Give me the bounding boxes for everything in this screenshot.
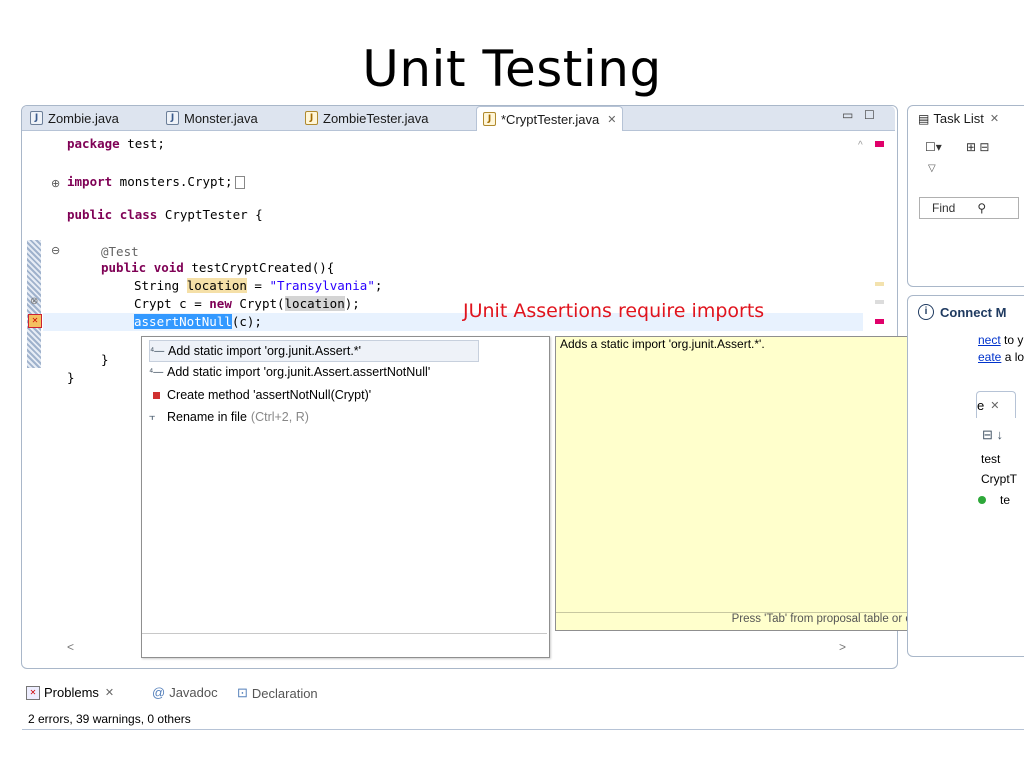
collapsed-import-icon[interactable] [234, 176, 245, 189]
code-line-string: String location = "Transylvania"; [134, 278, 383, 293]
collapse-all-icon[interactable]: ⊟ ↓ [982, 427, 1003, 443]
outline-item[interactable]: CryptT [981, 472, 1017, 486]
fold-expand-icon[interactable]: ⊕ [51, 177, 60, 190]
connect-line-2: eate a lo [978, 350, 1024, 364]
scroll-left-icon[interactable]: < [67, 640, 74, 654]
connect-line-1: nect to y [978, 333, 1024, 347]
close-icon[interactable]: ✕ [990, 112, 999, 125]
tab-task-list[interactable]: ▤ Task List ✕ [918, 111, 999, 126]
minimize-icon[interactable]: ▭ [842, 108, 853, 122]
error-overview-marker[interactable] [875, 319, 884, 324]
code-line-method: public void testCryptCreated(){ [101, 260, 335, 275]
task-list-panel [907, 105, 1024, 287]
view-menu-icon[interactable]: ▽ [928, 163, 936, 174]
proposal-list-divider [142, 633, 547, 634]
scroll-right-icon[interactable]: > [839, 640, 846, 654]
connect-link[interactable]: nect [978, 333, 1001, 347]
tab-javadoc[interactable]: @ Javadoc [152, 685, 218, 700]
occurrence-marker [875, 282, 884, 286]
search-icon: ⚲ [977, 201, 987, 215]
code-line-package: package test; [67, 136, 165, 151]
proposal-item[interactable]: ⫟ Rename in file (Ctrl+2, R) [149, 407, 309, 427]
outline-item[interactable]: test [981, 452, 1000, 466]
proposal-item[interactable]: ⁴— Add static import 'org.junit.Assert.*… [149, 340, 479, 362]
tab-declaration[interactable]: ⊡ Declaration [237, 685, 318, 701]
info-icon: i [918, 304, 934, 320]
new-task-icon[interactable]: ☐▾ [925, 140, 942, 154]
task-list-icon: ▤ [918, 111, 930, 126]
tab-zombie-java[interactable]: J Zombie.java [30, 108, 119, 128]
outline-item[interactable]: te [978, 493, 1010, 507]
proposal-item[interactable]: ⁴— Add static import 'org.junit.Assert.a… [149, 362, 430, 382]
occurrence-marker [875, 300, 884, 304]
tab-problems[interactable]: ✕ Problems ✕ [26, 685, 114, 700]
problems-summary: 2 errors, 39 warnings, 0 others [28, 712, 191, 726]
javadoc-icon: @ [152, 685, 166, 700]
close-icon[interactable]: ✕ [105, 686, 114, 699]
method-icon [149, 388, 167, 402]
code-line-assert[interactable]: assertNotNull(c); [134, 314, 262, 329]
categorized-icon[interactable]: ⊞ ⊟ [966, 140, 989, 154]
tab-zombietester-java[interactable]: J ZombieTester.java [305, 108, 429, 128]
code-line-close-method: } [101, 352, 109, 367]
connect-title: i Connect M [918, 304, 1006, 320]
tab-monster-java[interactable]: J Monster.java [166, 108, 258, 128]
rename-icon: ⫟ [149, 410, 156, 423]
problems-icon: ✕ [26, 685, 40, 700]
create-link[interactable]: eate [978, 350, 1001, 364]
slide-annotation: JUnit Assertions require imports [463, 300, 765, 322]
close-icon[interactable]: ✕ [607, 113, 616, 126]
editor-tab-bar [22, 106, 895, 131]
static-import-icon: ⁴— [150, 345, 165, 357]
declaration-icon: ⊡ [237, 685, 248, 700]
tab-crypttester-java[interactable]: J *CryptTester.java ✕ [476, 106, 624, 131]
error-quickfix-icon[interactable]: ✕ [28, 314, 42, 328]
slide-title: Unit Testing [362, 40, 662, 98]
error-overview-marker[interactable] [875, 141, 884, 147]
tab-outline[interactable]: e ✕ [976, 391, 1016, 418]
fold-collapse-icon[interactable]: ⊖ [51, 244, 60, 257]
static-import-icon: ⁴— [149, 366, 164, 378]
java-error-file-icon: J [483, 112, 496, 126]
close-icon[interactable]: ✕ [990, 399, 999, 412]
code-line-import: import monsters.Crypt; [67, 174, 245, 189]
java-file-icon: J [166, 111, 179, 125]
maximize-icon[interactable]: ☐ [864, 108, 875, 122]
code-line-crypt: Crypt c = new Crypt(location); [134, 296, 360, 311]
problems-table-header-line [22, 729, 1024, 730]
code-line-annotation: @Test [101, 244, 139, 259]
scroll-up-icon[interactable]: ^ [858, 140, 863, 151]
public-method-icon [978, 496, 986, 504]
warning-marker-icon: ⊗ [30, 296, 39, 307]
code-line-close-class: } [67, 370, 75, 385]
java-test-file-icon: J [305, 111, 318, 125]
task-find-input[interactable]: Find ⚲ [919, 197, 1019, 219]
java-file-icon: J [30, 111, 43, 125]
code-line-class: public class CryptTester { [67, 207, 263, 222]
horizontal-scrollbar[interactable]: < > [43, 640, 873, 656]
proposal-item[interactable]: Create method 'assertNotNull(Crypt)' [149, 385, 371, 405]
